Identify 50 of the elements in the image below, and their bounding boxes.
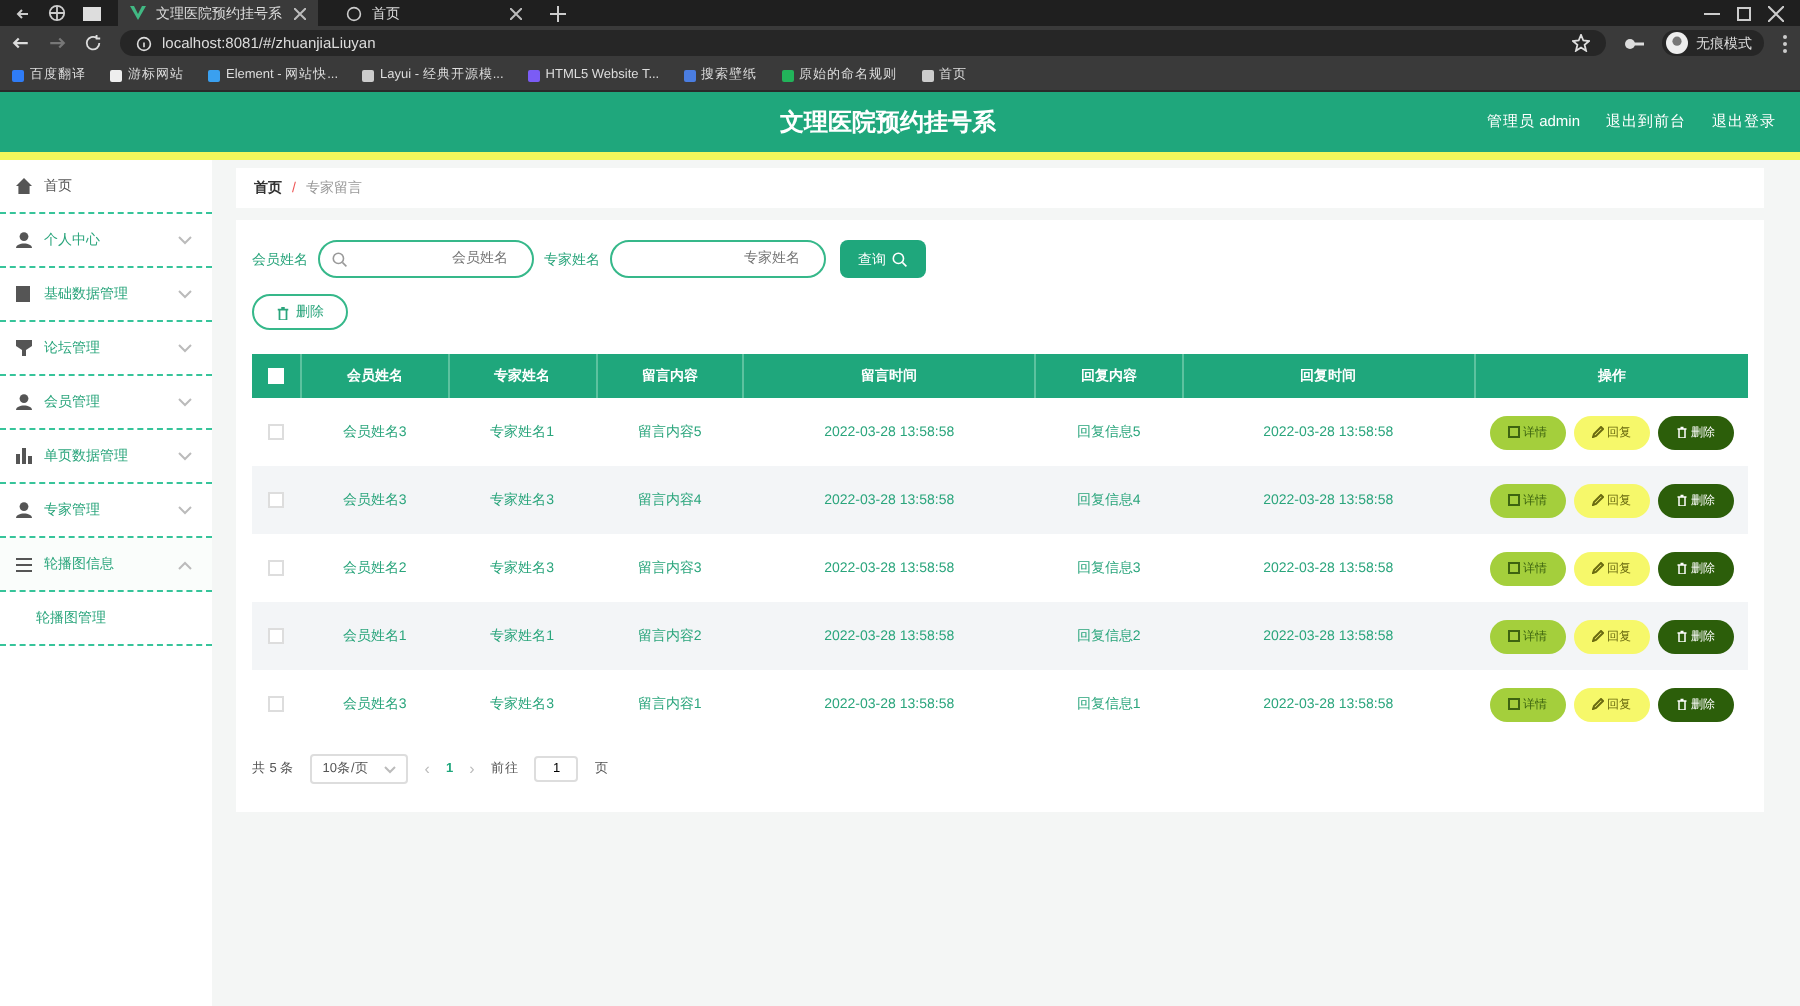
bookmark-icon bbox=[110, 69, 122, 81]
checkbox[interactable] bbox=[268, 492, 285, 508]
avatar-icon bbox=[1666, 32, 1688, 54]
close-icon[interactable] bbox=[510, 7, 522, 19]
close-icon[interactable] bbox=[294, 7, 306, 19]
trash-icon bbox=[1675, 698, 1687, 710]
checkbox[interactable] bbox=[268, 424, 285, 440]
bookmark-icon bbox=[921, 69, 934, 81]
checkbox[interactable] bbox=[268, 628, 285, 644]
trash-icon bbox=[1675, 562, 1687, 574]
caret-icon bbox=[384, 765, 397, 773]
pencil-icon bbox=[1591, 426, 1603, 438]
reload-icon[interactable] bbox=[84, 34, 102, 52]
user-icon bbox=[16, 502, 32, 518]
info-icon bbox=[136, 35, 152, 51]
window-icon[interactable] bbox=[82, 5, 102, 21]
checkbox[interactable] bbox=[268, 696, 285, 712]
list-icon bbox=[16, 557, 32, 571]
bookmark-icon bbox=[12, 69, 24, 81]
bar-chart-icon bbox=[16, 448, 32, 464]
checkbox[interactable] bbox=[268, 560, 285, 576]
trash-icon bbox=[1675, 630, 1687, 642]
trash-icon bbox=[1675, 494, 1687, 506]
pencil-icon bbox=[1591, 698, 1603, 710]
user-icon bbox=[16, 394, 32, 410]
search-icon bbox=[332, 251, 348, 267]
app-title: 文理医院预约挂号系 bbox=[780, 105, 996, 139]
forward-icon[interactable] bbox=[48, 34, 66, 52]
back-icon[interactable] bbox=[12, 34, 30, 52]
more-icon[interactable] bbox=[1782, 33, 1788, 53]
search-icon bbox=[892, 251, 908, 267]
home-icon bbox=[16, 178, 32, 194]
close-icon[interactable] bbox=[1768, 5, 1784, 21]
user-icon bbox=[16, 232, 32, 248]
pencil-icon bbox=[1591, 562, 1603, 574]
star-icon[interactable] bbox=[1572, 34, 1590, 52]
plus-icon[interactable] bbox=[550, 5, 566, 21]
restore-icon[interactable] bbox=[1736, 5, 1752, 21]
bookmark-icon bbox=[683, 69, 696, 81]
bookmark-icon bbox=[781, 69, 794, 81]
bookmark-icon bbox=[208, 69, 220, 81]
pencil-icon bbox=[1591, 630, 1603, 642]
pencil-icon bbox=[1591, 494, 1603, 506]
v-logo-icon bbox=[130, 6, 146, 20]
trash-icon bbox=[1675, 426, 1687, 438]
key-icon[interactable] bbox=[1624, 35, 1644, 51]
bookmark-icon bbox=[362, 69, 375, 81]
bookmark-icon bbox=[527, 69, 540, 81]
trash-icon bbox=[276, 305, 290, 319]
back-icon[interactable] bbox=[16, 5, 32, 21]
